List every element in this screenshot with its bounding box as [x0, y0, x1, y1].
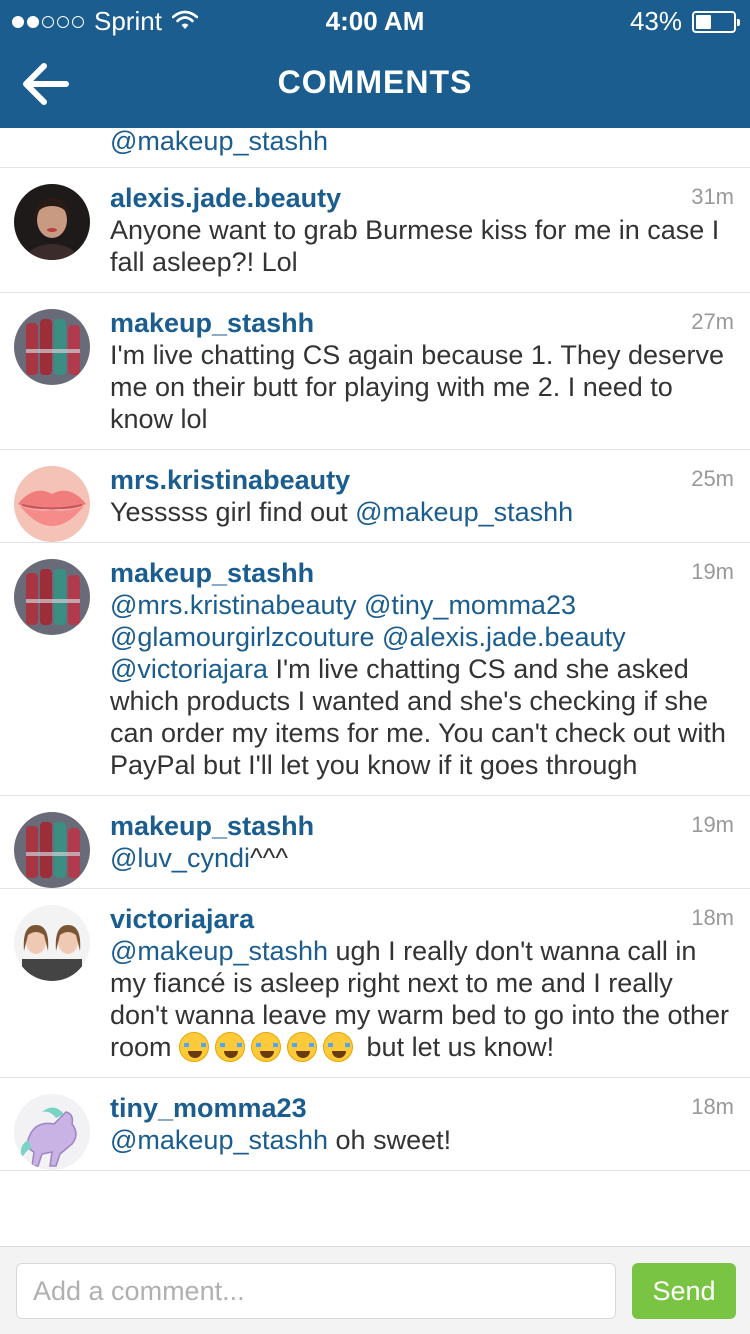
- comment-text-fragment: [356, 590, 364, 620]
- comment-text-fragment: [375, 622, 383, 652]
- comment-text-fragment: I'm live chatting CS again because 1. Th…: [110, 340, 724, 434]
- comment-row[interactable]: victoriajara 18m @makeup_stashh ugh I real…: [0, 889, 750, 1078]
- comments-container: alexis.jade.beauty 31m Anyone want to grab…: [0, 168, 750, 1171]
- avatar[interactable]: [14, 466, 90, 542]
- mention-link[interactable]: @tiny_momma23: [364, 590, 576, 620]
- comment-text-fragment: Anyone want to grab Burmese kiss for me …: [110, 215, 720, 277]
- comment-input[interactable]: [16, 1263, 616, 1319]
- comment-text: Yesssss girl find out @makeup_stashh: [110, 496, 730, 528]
- battery-icon: [692, 10, 740, 33]
- send-button[interactable]: Send: [632, 1263, 736, 1319]
- status-bar: Sprint 4:00 AM 43%: [0, 0, 750, 40]
- avatar[interactable]: [14, 812, 90, 888]
- comment-timestamp: 18m: [691, 1094, 734, 1119]
- mention-link[interactable]: @glamourgirlzcouture: [110, 622, 375, 652]
- battery-fill: [696, 14, 712, 29]
- comment-row[interactable]: makeup_stashh 19m @mrs.kristinabeauty @tin…: [0, 543, 750, 796]
- crying-face-emoji-icon: [179, 1032, 210, 1062]
- comments-list[interactable]: @makeup_stashh alexis.jade.beauty 31m Anyo…: [0, 128, 750, 1246]
- mention-link[interactable]: @makeup_stashh: [355, 497, 573, 527]
- avatar[interactable]: [14, 309, 90, 385]
- crying-face-emoji-icon: [215, 1032, 246, 1062]
- partial-comment: @makeup_stashh: [0, 128, 750, 168]
- comment-text-fragment: Yesssss girl find out: [110, 497, 356, 527]
- avatar[interactable]: [14, 184, 90, 260]
- nav-bar: COMMENTS: [0, 40, 750, 128]
- comment-text-fragment: but let us know!: [359, 1032, 555, 1062]
- mention-link[interactable]: @makeup_stashh: [110, 1125, 328, 1155]
- battery-group: 43%: [629, 6, 740, 37]
- comment-text-fragment: ^^^: [249, 843, 288, 873]
- comment-username[interactable]: mrs.kristinabeauty: [110, 462, 730, 496]
- crying-face-emoji-icon: [251, 1032, 282, 1062]
- battery-percent: 43%: [629, 6, 682, 36]
- mention-link[interactable]: @makeup_stashh: [110, 128, 750, 155]
- comment-bar: Send: [0, 1246, 750, 1334]
- comment-text: @makeup_stashh ugh I really don't wanna …: [110, 935, 730, 1063]
- comment-timestamp: 25m: [691, 466, 734, 491]
- mention-link[interactable]: @luv_cyndi: [110, 843, 250, 873]
- comment-timestamp: 19m: [691, 812, 734, 837]
- avatar[interactable]: [14, 559, 90, 635]
- comment-username[interactable]: makeup_stashh: [110, 305, 730, 339]
- crying-face-emoji-icon: [323, 1032, 354, 1062]
- comment-row[interactable]: alexis.jade.beauty 31m Anyone want to grab…: [0, 168, 750, 293]
- comment-row[interactable]: tiny_momma23 18m @makeup_stashh oh sweet!: [0, 1078, 750, 1171]
- page-title: COMMENTS: [277, 64, 473, 100]
- comment-row[interactable]: makeup_stashh 19m @luv_cyndi^^^: [0, 796, 750, 889]
- mention-link[interactable]: @mrs.kristinabeauty: [110, 590, 356, 620]
- comment-timestamp: 19m: [691, 559, 734, 584]
- comment-text: @luv_cyndi^^^: [110, 842, 730, 874]
- comment-text: Anyone want to grab Burmese kiss for me …: [110, 214, 730, 278]
- comment-username[interactable]: victoriajara: [110, 901, 730, 935]
- avatar[interactable]: [14, 1094, 90, 1170]
- comment-timestamp: 18m: [691, 905, 734, 930]
- comment-row[interactable]: makeup_stashh 27m I'm live chatting CS aga…: [0, 293, 750, 450]
- avatar[interactable]: [14, 905, 90, 981]
- comment-row[interactable]: mrs.kristinabeauty 25m Yesssss girl find o…: [0, 450, 750, 543]
- comment-text: I'm live chatting CS again because 1. Th…: [110, 339, 730, 435]
- mention-link[interactable]: @victoriajara: [110, 654, 268, 684]
- comment-text: @makeup_stashh oh sweet!: [110, 1124, 730, 1156]
- comment-username[interactable]: makeup_stashh: [110, 808, 730, 842]
- comment-timestamp: 31m: [691, 184, 734, 209]
- comment-timestamp: 27m: [691, 309, 734, 334]
- comment-username[interactable]: makeup_stashh: [110, 555, 730, 589]
- mention-link[interactable]: @alexis.jade.beauty: [382, 622, 626, 652]
- comment-text: @mrs.kristinabeauty @tiny_momma23 @glamo…: [110, 589, 730, 781]
- header: Sprint 4:00 AM 43% COMMENTS: [0, 0, 750, 128]
- crying-face-emoji-icon: [287, 1032, 318, 1062]
- mention-link[interactable]: @makeup_stashh: [110, 936, 328, 966]
- comment-text-fragment: oh sweet!: [328, 1125, 452, 1155]
- comment-username[interactable]: alexis.jade.beauty: [110, 180, 730, 214]
- comment-username[interactable]: tiny_momma23: [110, 1090, 730, 1124]
